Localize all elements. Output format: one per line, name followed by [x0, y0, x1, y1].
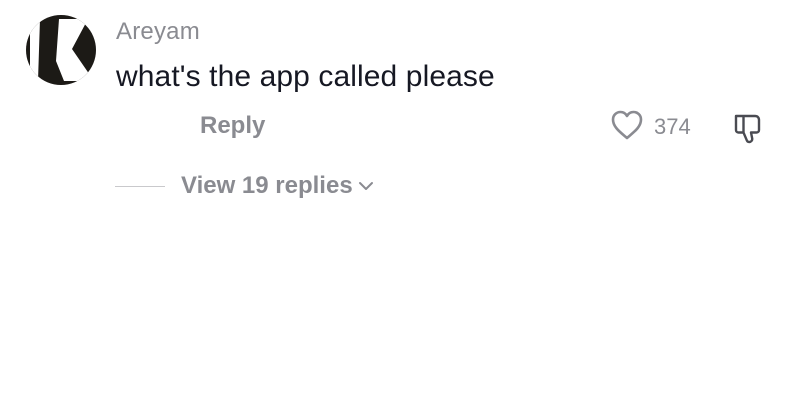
view-replies-row: View 19 replies — [115, 170, 375, 202]
heart-outline-icon — [610, 109, 644, 146]
comment-username[interactable]: Areyam — [116, 18, 200, 46]
dislike-button[interactable] — [730, 110, 766, 146]
reply-button[interactable]: Reply — [200, 112, 265, 140]
view-replies-label: View 19 replies — [181, 172, 353, 199]
avatar[interactable] — [26, 15, 96, 85]
like-button[interactable]: 374 — [610, 110, 691, 144]
thumbs-down-icon — [730, 114, 766, 150]
divider — [115, 185, 165, 187]
view-replies-button[interactable]: View 19 replies — [181, 172, 375, 200]
avatar-image — [26, 15, 96, 85]
like-count: 374 — [654, 114, 691, 139]
comment-text: what's the app called please — [116, 60, 495, 93]
chevron-down-icon — [357, 179, 375, 193]
